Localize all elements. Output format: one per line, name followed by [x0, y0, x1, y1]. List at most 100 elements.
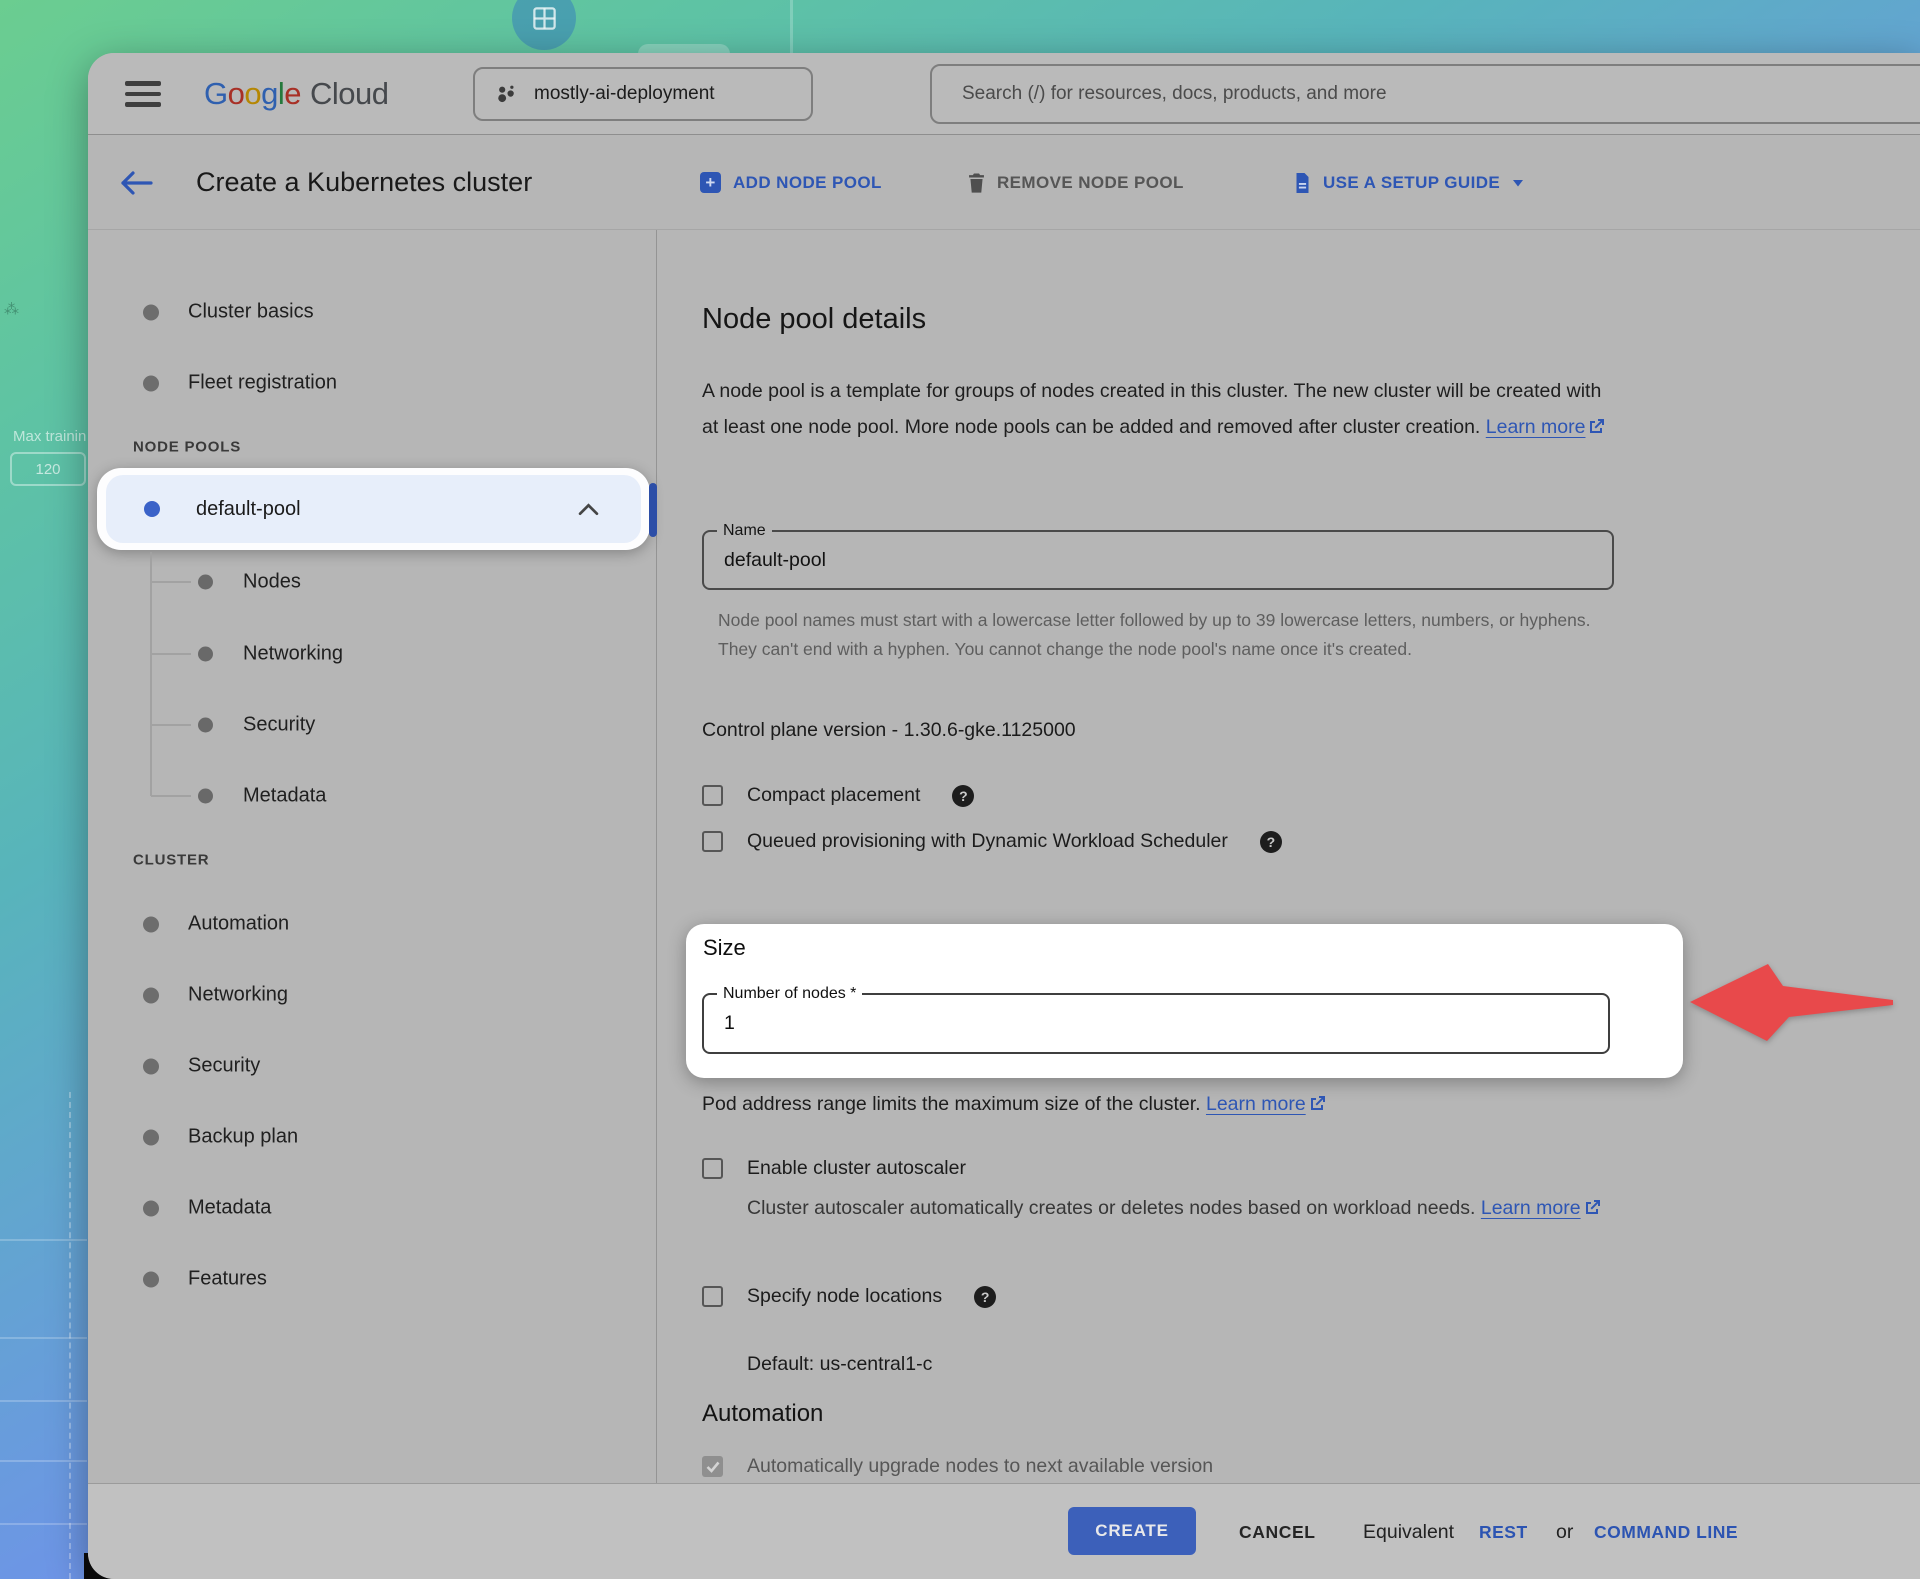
check-icon [706, 1461, 720, 1473]
sidebar-item-nodes[interactable]: Nodes [88, 571, 656, 594]
screen: ⁂ Max trainin 120 Google Cloud mostly-ai… [0, 0, 1920, 1579]
automation-heading: Automation [702, 1400, 823, 1428]
step-dot-selected [144, 501, 160, 517]
name-field-value: default-pool [724, 532, 826, 588]
ghost-grid-app-icon [512, 0, 576, 50]
use-setup-guide-button[interactable]: USE A SETUP GUIDE [1294, 135, 1524, 230]
create-button[interactable]: CREATE [1068, 1507, 1196, 1555]
topbar: Google Cloud mostly-ai-deployment Search… [88, 53, 1920, 135]
page-header: Create a Kubernetes cluster + ADD NODE P… [88, 135, 1920, 230]
sidebar-item-metadata[interactable]: Metadata [88, 1197, 656, 1220]
sidebar-item-fleet-registration[interactable]: Fleet registration [88, 372, 656, 395]
sidebar-item-pool-networking[interactable]: Networking [88, 643, 656, 666]
scrollbar-thumb[interactable] [649, 483, 657, 537]
compact-placement-row: Compact placement ? [702, 784, 974, 807]
back-button[interactable] [118, 135, 154, 230]
ghost-divider [790, 0, 793, 53]
auto-upgrade-checkbox-checked[interactable] [702, 1456, 723, 1477]
search-input[interactable]: Search (/) for resources, docs, products… [930, 64, 1920, 124]
autoscaler-description: Cluster autoscaler automatically creates… [747, 1193, 1617, 1225]
sidebar-item-default-pool-selected[interactable]: default-pool [97, 468, 650, 550]
step-dot [198, 575, 213, 590]
cluster-autoscaler-row: Enable cluster autoscaler [702, 1157, 966, 1180]
sidebar-item-backup-plan[interactable]: Backup plan [88, 1126, 656, 1149]
step-dot [198, 789, 213, 804]
sidebar-item-networking[interactable]: Networking [88, 984, 656, 1007]
learn-more-link[interactable]: Learn more [1481, 1197, 1581, 1219]
help-icon[interactable]: ? [952, 785, 974, 807]
default-pool-pill: default-pool [106, 475, 641, 543]
step-dot [143, 375, 159, 391]
add-node-pool-button[interactable]: + ADD NODE POOL [700, 135, 882, 230]
number-of-nodes-field[interactable]: Number of nodes * 1 [702, 993, 1610, 1054]
ghost-row-line [0, 1460, 87, 1462]
ghost-row-line [0, 1337, 87, 1339]
external-link-icon [1589, 410, 1605, 446]
project-name: mostly-ai-deployment [534, 83, 715, 105]
hamburger-menu-icon[interactable] [125, 81, 161, 113]
ghost-max-training-label: Max trainin [13, 428, 86, 445]
project-selector[interactable]: mostly-ai-deployment [473, 67, 813, 121]
step-dot [143, 1200, 159, 1216]
chevron-up-icon[interactable] [578, 503, 599, 516]
step-dot [143, 987, 159, 1003]
auto-upgrade-row: Automatically upgrade nodes to next avai… [702, 1455, 1213, 1478]
step-dot [198, 647, 213, 662]
document-icon [1294, 173, 1311, 193]
action-bar: CREATE CANCEL Equivalent REST or COMMAND… [88, 1483, 1920, 1579]
sidebar-item-pool-metadata[interactable]: Metadata [88, 785, 656, 808]
ghost-icons: ⁂ [4, 300, 44, 316]
step-dot [143, 1271, 159, 1287]
size-heading: Size [703, 935, 746, 961]
step-dot [143, 1129, 159, 1145]
create-cluster-dialog: Google Cloud mostly-ai-deployment Search… [88, 53, 1920, 1579]
ghost-row-line [0, 1523, 87, 1525]
intro-paragraph: A node pool is a template for groups of … [702, 373, 1618, 446]
chevron-down-icon [1512, 179, 1524, 187]
default-location-text: Default: us-central1-c [747, 1353, 932, 1376]
number-of-nodes-value: 1 [724, 995, 735, 1052]
external-link-icon [1585, 1194, 1601, 1225]
logo-cloud-text: Cloud [310, 76, 389, 112]
sidebar-item-security[interactable]: Security [88, 1055, 656, 1078]
sidebar-section-node-pools: NODE POOLS [133, 439, 241, 456]
red-annotation-arrow [1680, 950, 1920, 1060]
queued-provisioning-row: Queued provisioning with Dynamic Workloa… [702, 830, 1282, 853]
sidebar-item-cluster-basics[interactable]: Cluster basics [88, 301, 656, 324]
name-field[interactable]: Name default-pool [702, 530, 1614, 590]
specify-node-locations-checkbox[interactable] [702, 1286, 723, 1307]
ghost-row-line [0, 1400, 87, 1402]
plus-icon: + [700, 172, 721, 193]
sidebar-section-cluster: CLUSTER [133, 852, 209, 869]
or-label: or [1556, 1484, 1573, 1579]
search-placeholder: Search (/) for resources, docs, products… [962, 83, 1387, 105]
remove-node-pool-button[interactable]: REMOVE NODE POOL [968, 135, 1184, 230]
sidebar-item-pool-security[interactable]: Security [88, 714, 656, 737]
google-cloud-logo: Google Cloud [204, 53, 389, 135]
grid-icon [531, 5, 558, 32]
cluster-autoscaler-checkbox[interactable] [702, 1158, 723, 1179]
trash-icon [968, 173, 985, 193]
ghost-dashed-line [69, 1092, 71, 1579]
external-link-icon [1310, 1094, 1326, 1117]
project-icon [495, 83, 518, 106]
ghost-max-training-input: 120 [10, 452, 86, 486]
equivalent-label: Equivalent [1363, 1484, 1454, 1579]
step-dot [198, 718, 213, 733]
command-line-link[interactable]: COMMAND LINE [1594, 1484, 1738, 1579]
learn-more-link[interactable]: Learn more [1486, 416, 1586, 438]
sidebar-item-features[interactable]: Features [88, 1268, 656, 1291]
compact-placement-checkbox[interactable] [702, 785, 723, 806]
number-of-nodes-label: Number of nodes * [717, 985, 862, 1003]
rest-link[interactable]: REST [1479, 1484, 1528, 1579]
section-heading: Node pool details [702, 303, 926, 336]
step-dot [143, 304, 159, 320]
help-icon[interactable]: ? [1260, 831, 1282, 853]
learn-more-link[interactable]: Learn more [1206, 1093, 1306, 1115]
step-dot [143, 916, 159, 932]
cancel-button[interactable]: CANCEL [1239, 1484, 1316, 1579]
queued-provisioning-checkbox[interactable] [702, 831, 723, 852]
step-dot [143, 1058, 159, 1074]
sidebar-item-automation[interactable]: Automation [88, 913, 656, 936]
help-icon[interactable]: ? [974, 1286, 996, 1308]
